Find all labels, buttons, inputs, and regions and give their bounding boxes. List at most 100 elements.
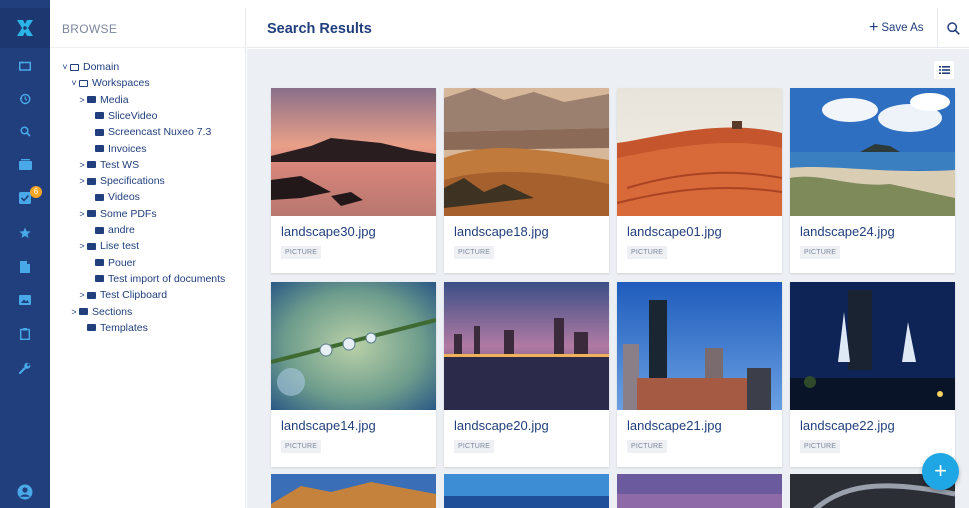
list-view-icon bbox=[938, 66, 950, 74]
thumbnail-image[interactable] bbox=[790, 88, 955, 216]
browse-icon[interactable] bbox=[0, 52, 50, 80]
tree-item[interactable]: ˅ Workspaces bbox=[69, 75, 150, 91]
result-card-partial[interactable] bbox=[444, 474, 609, 508]
add-fab-button[interactable]: + bbox=[922, 453, 959, 490]
collections-icon[interactable] bbox=[0, 150, 50, 178]
thumbnail-image[interactable] bbox=[617, 88, 782, 216]
folder-icon bbox=[87, 291, 96, 299]
result-card[interactable]: landscape18.jpg PICTURE bbox=[444, 88, 609, 273]
folder-icon bbox=[95, 128, 104, 136]
card-title[interactable]: landscape30.jpg bbox=[281, 224, 376, 239]
tree-item[interactable]: Invoices bbox=[85, 141, 147, 157]
tree-item[interactable]: Screencast Nuxeo 7.3 bbox=[85, 124, 211, 140]
save-as-label: Save As bbox=[881, 22, 924, 34]
result-card-partial[interactable] bbox=[617, 474, 782, 508]
list-view-toggle[interactable] bbox=[934, 61, 954, 79]
tasks-icon[interactable]: 6 bbox=[0, 184, 50, 212]
chevron-right-icon[interactable]: > bbox=[77, 209, 87, 219]
chevron-right-icon[interactable]: > bbox=[69, 307, 79, 317]
chevron-right-icon[interactable]: > bbox=[77, 290, 87, 300]
star-icon[interactable] bbox=[0, 219, 50, 247]
tree-item[interactable]: > Media bbox=[77, 92, 129, 108]
thumbnail-image[interactable] bbox=[444, 88, 609, 216]
tree-item[interactable]: Videos bbox=[85, 189, 140, 205]
wrench-icon[interactable] bbox=[0, 354, 50, 382]
image-icon[interactable] bbox=[0, 286, 50, 314]
tree-item[interactable]: > Some PDFs bbox=[77, 206, 157, 222]
card-title[interactable]: landscape14.jpg bbox=[281, 418, 376, 433]
tree-item-label: andre bbox=[108, 224, 135, 236]
type-tag: PICTURE bbox=[627, 440, 668, 453]
search-icon bbox=[947, 21, 960, 35]
folder-icon bbox=[87, 177, 96, 185]
folder-open-icon bbox=[70, 63, 79, 71]
tree-item-label: Workspaces bbox=[92, 77, 150, 90]
left-rail: 6 bbox=[0, 0, 50, 508]
tree-item-label: Test WS bbox=[100, 158, 140, 171]
card-title[interactable]: landscape01.jpg bbox=[627, 224, 722, 239]
chevron-right-icon[interactable]: > bbox=[77, 160, 87, 170]
card-title[interactable]: landscape22.jpg bbox=[800, 418, 895, 433]
tree-item[interactable]: SliceVideo bbox=[85, 108, 157, 124]
search-button[interactable] bbox=[937, 8, 969, 48]
clipboard-icon[interactable] bbox=[0, 253, 50, 281]
search-icon[interactable] bbox=[0, 117, 50, 145]
chevron-down-icon[interactable]: ˅ bbox=[69, 78, 79, 88]
folder-icon bbox=[87, 242, 96, 250]
document-icon[interactable] bbox=[0, 320, 50, 348]
nuxeo-logo-icon[interactable] bbox=[0, 8, 50, 48]
result-card[interactable]: landscape20.jpg PICTURE bbox=[444, 282, 609, 467]
folder-icon bbox=[95, 112, 104, 120]
tree-item[interactable]: Templates bbox=[77, 320, 148, 336]
type-tag: PICTURE bbox=[281, 246, 322, 259]
folder-icon bbox=[79, 308, 88, 315]
thumbnail-image[interactable] bbox=[444, 282, 609, 410]
folder-icon bbox=[87, 96, 96, 104]
thumbnail-image[interactable] bbox=[271, 88, 436, 216]
tree-item-label: Sections bbox=[92, 305, 133, 318]
result-card[interactable]: landscape30.jpg PICTURE bbox=[271, 88, 436, 273]
card-title[interactable]: landscape21.jpg bbox=[627, 418, 722, 433]
tree-item[interactable]: > Test WS bbox=[77, 157, 139, 173]
tree-item[interactable]: Test import of documents bbox=[85, 271, 225, 287]
result-card[interactable]: landscape14.jpg PICTURE bbox=[271, 282, 436, 467]
tree-item-label: Pouer bbox=[108, 256, 137, 269]
chevron-right-icon[interactable]: > bbox=[77, 176, 87, 186]
save-as-button[interactable]: + Save As bbox=[869, 8, 924, 48]
type-tag: PICTURE bbox=[281, 440, 322, 453]
folder-icon bbox=[87, 210, 96, 218]
tree-item[interactable]: > Specifications bbox=[77, 173, 164, 189]
tree-item[interactable]: > Sections bbox=[69, 304, 132, 320]
folder-open-icon bbox=[79, 79, 88, 87]
tree-item-label: Test import of documents bbox=[108, 272, 226, 285]
thumbnail-image[interactable] bbox=[790, 282, 955, 410]
card-title[interactable]: landscape24.jpg bbox=[800, 224, 895, 239]
tree-item-label: Domain bbox=[83, 61, 120, 73]
card-title[interactable]: landscape20.jpg bbox=[454, 418, 549, 433]
tree-item[interactable]: > Lise test bbox=[77, 238, 139, 254]
tree-item[interactable]: andre bbox=[85, 222, 135, 238]
chevron-down-icon[interactable]: ˅ bbox=[60, 62, 70, 72]
folder-icon bbox=[95, 145, 104, 152]
thumbnail-image[interactable] bbox=[617, 282, 782, 410]
chevron-right-icon[interactable]: > bbox=[77, 95, 87, 105]
browse-panel: BROWSE ˅ Domain ˅ Workspaces > Media SliceVide… bbox=[50, 8, 246, 508]
chevron-right-icon[interactable]: > bbox=[77, 241, 87, 251]
tree-item-label: Test Clipboard bbox=[100, 289, 168, 302]
thumbnail-image[interactable] bbox=[271, 282, 436, 410]
type-tag: PICTURE bbox=[454, 246, 495, 259]
card-title[interactable]: landscape18.jpg bbox=[454, 224, 549, 239]
result-card[interactable]: landscape01.jpg PICTURE bbox=[617, 88, 782, 273]
user-avatar-icon[interactable] bbox=[0, 478, 50, 506]
tree-item-label: Some PDFs bbox=[100, 207, 157, 220]
tree-item-label: Media bbox=[100, 93, 129, 106]
tree-item-label: Templates bbox=[100, 321, 148, 334]
result-card-partial[interactable] bbox=[271, 474, 436, 508]
tree-item[interactable]: ˅ Domain bbox=[60, 59, 119, 75]
tree-item[interactable]: > Test Clipboard bbox=[77, 287, 167, 303]
result-card[interactable]: landscape21.jpg PICTURE bbox=[617, 282, 782, 467]
result-card[interactable]: landscape22.jpg PICTURE bbox=[790, 282, 955, 467]
result-card[interactable]: landscape24.jpg PICTURE bbox=[790, 88, 955, 273]
history-icon[interactable] bbox=[0, 85, 50, 113]
tree-item[interactable]: Pouer bbox=[85, 255, 136, 271]
